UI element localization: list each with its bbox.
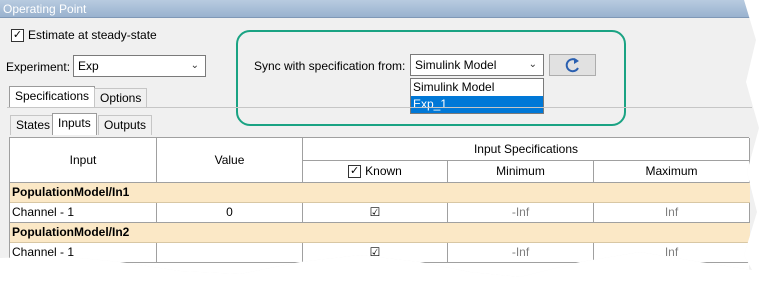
table-cell-value[interactable]: 0 bbox=[157, 203, 303, 223]
table-cell-input: Channel - 1 bbox=[10, 203, 157, 223]
col-input-specifications: Input Specifications bbox=[303, 138, 750, 161]
tab-specifications[interactable]: Specifications bbox=[9, 86, 96, 108]
table-cell-input: Channel - 1 bbox=[10, 243, 157, 263]
callout-highlight bbox=[236, 30, 626, 126]
known-all-checkbox[interactable]: ✓ bbox=[348, 165, 362, 179]
table-cell-value[interactable] bbox=[157, 243, 303, 263]
tab-divider bbox=[7, 107, 752, 108]
subtab-inputs[interactable]: Inputs bbox=[52, 113, 97, 135]
experiment-label: Experiment: bbox=[6, 60, 71, 74]
known-header-label: Known bbox=[365, 164, 402, 178]
tab-options[interactable]: Options bbox=[94, 88, 148, 108]
operating-point-panel: Operating Point ✓ Estimate at steady-sta… bbox=[0, 0, 759, 277]
table-cell-known[interactable]: ☑ bbox=[303, 243, 448, 263]
group-row: PopulationModel/In2 bbox=[10, 223, 750, 243]
window-title: Operating Point bbox=[0, 0, 759, 18]
estimate-checkbox[interactable]: ✓ bbox=[11, 29, 24, 42]
table-cell-known[interactable]: ☑ bbox=[303, 203, 448, 223]
subtab-outputs[interactable]: Outputs bbox=[98, 115, 153, 135]
experiment-value: Exp bbox=[78, 59, 99, 73]
col-minimum[interactable]: Minimum bbox=[448, 161, 594, 183]
table-cell-minimum[interactable]: -Inf bbox=[448, 243, 594, 263]
experiment-select[interactable]: Exp ⌄ bbox=[73, 55, 206, 77]
table-cell-minimum[interactable]: -Inf bbox=[448, 203, 594, 223]
group-row: PopulationModel/In1 bbox=[10, 183, 750, 203]
table-cell-maximum[interactable]: Inf bbox=[594, 243, 750, 263]
chevron-down-icon: ⌄ bbox=[190, 60, 199, 71]
estimate-label: Estimate at steady-state bbox=[28, 28, 157, 42]
subtab-states[interactable]: States bbox=[10, 115, 57, 135]
col-known[interactable]: ✓ Known bbox=[303, 161, 448, 183]
col-input[interactable]: Input bbox=[10, 138, 157, 183]
col-maximum[interactable]: Maximum bbox=[594, 161, 750, 183]
table-cell-maximum[interactable]: Inf bbox=[594, 203, 750, 223]
input-table: Input Value Input Specifications ✓ Known … bbox=[9, 137, 750, 277]
col-value[interactable]: Value bbox=[157, 138, 303, 183]
